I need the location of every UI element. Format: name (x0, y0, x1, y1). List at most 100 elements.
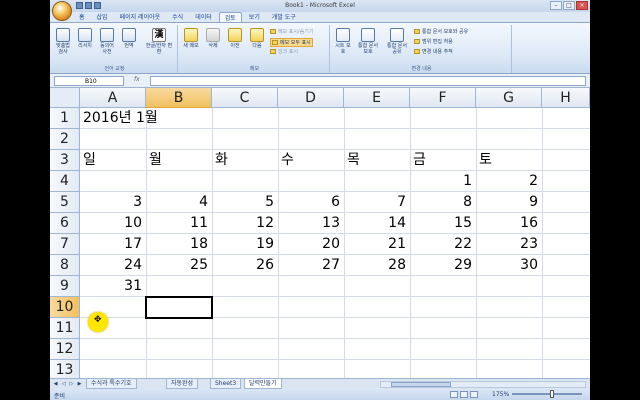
calendar-day-cell[interactable]: 30 (476, 255, 542, 276)
hangul-hanja-button[interactable]: 漢 한글/한자 변환 (144, 28, 174, 55)
active-cell-selection[interactable] (145, 296, 213, 319)
research-button[interactable]: 리서치 (76, 28, 94, 49)
protect-and-share-option[interactable]: 통합 문서 보호와 공유 (414, 28, 468, 35)
calendar-day-cell[interactable]: 13 (278, 213, 344, 234)
scroll-thumb[interactable] (391, 382, 451, 387)
last-sheet-icon[interactable]: ▶ (76, 380, 83, 388)
show-ink-option[interactable]: 잉크 표시 (270, 48, 298, 55)
office-button[interactable] (52, 1, 72, 21)
show-hide-comment-option[interactable]: 메모 표시/숨기기 (270, 28, 313, 35)
calendar-day-cell[interactable]: 15 (410, 213, 476, 234)
calendar-day-cell[interactable]: 27 (278, 255, 344, 276)
column-header-c[interactable]: C (212, 88, 278, 108)
zoom-slider[interactable] (512, 393, 582, 395)
name-box[interactable]: B10 (54, 76, 124, 86)
row-header-1[interactable]: 1 (50, 108, 80, 129)
cell-weekday-header[interactable]: 일 (80, 150, 146, 171)
cell-weekday-header[interactable]: 월 (146, 150, 212, 171)
column-header-h[interactable]: H (542, 88, 590, 108)
next-comment-button[interactable]: 다음 (248, 28, 266, 49)
column-header-e[interactable]: E (344, 88, 410, 108)
calendar-day-cell[interactable]: 8 (410, 192, 476, 213)
calendar-day-cell[interactable]: 3 (80, 192, 146, 213)
calendar-day-cell[interactable]: 9 (476, 192, 542, 213)
horizontal-scrollbar[interactable] (380, 381, 586, 388)
calendar-day-cell[interactable]: 31 (80, 276, 146, 297)
row-header-7[interactable]: 7 (50, 234, 80, 255)
formula-input[interactable] (150, 76, 586, 86)
row-header-9[interactable]: 9 (50, 276, 80, 297)
close-button[interactable]: × (576, 1, 588, 10)
sheet-tab-formulas-symbols[interactable]: 수식과 특수기호 (86, 379, 137, 389)
cell-weekday-header[interactable]: 금 (410, 150, 476, 171)
previous-comment-button[interactable]: 이전 (226, 28, 244, 49)
cell-weekday-header[interactable]: 토 (476, 150, 542, 171)
row-header-2[interactable]: 2 (50, 129, 80, 150)
column-header-d[interactable]: D (278, 88, 344, 108)
calendar-day-cell[interactable]: 17 (80, 234, 146, 255)
calendar-day-cell[interactable]: 24 (80, 255, 146, 276)
first-sheet-icon[interactable]: ◀ (52, 380, 59, 388)
select-all-corner[interactable] (50, 88, 80, 108)
calendar-day-cell[interactable]: 5 (212, 192, 278, 213)
row-header-3[interactable]: 3 (50, 150, 80, 171)
calendar-day-cell[interactable]: 22 (410, 234, 476, 255)
cell-weekday-header[interactable]: 목 (344, 150, 410, 171)
column-header-b[interactable]: B (146, 88, 212, 108)
allow-edit-ranges-option[interactable]: 범위 편집 허용 (414, 38, 453, 45)
worksheet-grid[interactable]: A B C D E F G H 1 2 3 4 5 6 7 8 9 10 11 … (50, 88, 590, 381)
page-layout-view-icon[interactable] (460, 391, 468, 398)
row-header-4[interactable]: 4 (50, 171, 80, 192)
next-sheet-icon[interactable]: ▷ (68, 380, 75, 388)
new-comment-button[interactable]: 새 메모 (182, 28, 200, 49)
delete-comment-button[interactable]: 삭제 (204, 28, 222, 49)
zoom-slider-knob[interactable] (550, 390, 554, 398)
cell-weekday-header[interactable]: 수 (278, 150, 344, 171)
minimize-button[interactable]: – (550, 1, 562, 10)
thesaurus-button[interactable]: 동의어 사전 (98, 28, 116, 55)
maximize-button[interactable]: □ (563, 1, 575, 10)
calendar-day-cell[interactable]: 29 (410, 255, 476, 276)
row-header-5[interactable]: 5 (50, 192, 80, 213)
calendar-day-cell[interactable]: 10 (80, 213, 146, 234)
row-header-12[interactable]: 12 (50, 339, 80, 360)
fx-icon[interactable]: fx (134, 76, 146, 86)
row-header-11[interactable]: 11 (50, 318, 80, 339)
calendar-day-cell[interactable]: 18 (146, 234, 212, 255)
calendar-day-cell[interactable]: 4 (146, 192, 212, 213)
calendar-day-cell[interactable]: 12 (212, 213, 278, 234)
calendar-day-cell[interactable]: 28 (344, 255, 410, 276)
sheet-tab-sheet3[interactable]: Sheet3 (210, 379, 242, 389)
calendar-day-cell[interactable]: 23 (476, 234, 542, 255)
sheet-tab-autocomplete[interactable]: 자동완성 (166, 379, 199, 389)
protect-workbook-button[interactable]: 통합 문서 보호 (356, 28, 380, 55)
row-header-6[interactable]: 6 (50, 213, 80, 234)
calendar-day-cell[interactable]: 21 (344, 234, 410, 255)
cell-weekday-header[interactable]: 화 (212, 150, 278, 171)
calendar-day-cell[interactable]: 7 (344, 192, 410, 213)
protect-sheet-button[interactable]: 시트 보호 (334, 28, 352, 55)
calendar-day-cell[interactable]: 25 (146, 255, 212, 276)
calendar-day-cell[interactable]: 19 (212, 234, 278, 255)
column-header-f[interactable]: F (410, 88, 476, 108)
column-header-g[interactable]: G (476, 88, 542, 108)
calendar-day-cell[interactable]: 20 (278, 234, 344, 255)
normal-view-icon[interactable] (450, 391, 458, 398)
column-header-a[interactable]: A (80, 88, 146, 108)
calendar-day-cell[interactable]: 1 (410, 171, 476, 192)
track-changes-option[interactable]: 변경 내용 추적 (414, 48, 453, 55)
share-workbook-button[interactable]: 통합 문서 공유 (384, 28, 410, 55)
show-all-comments-option[interactable]: 메모 모두 표시 (270, 38, 313, 47)
prev-sheet-icon[interactable]: ◁ (60, 380, 67, 388)
calendar-day-cell[interactable]: 2 (476, 171, 542, 192)
zoom-level[interactable]: 175% (492, 391, 509, 398)
calendar-day-cell[interactable]: 26 (212, 255, 278, 276)
row-header-8[interactable]: 8 (50, 255, 80, 276)
page-break-view-icon[interactable] (470, 391, 478, 398)
calendar-day-cell[interactable]: 16 (476, 213, 542, 234)
spellcheck-button[interactable]: 맞춤법 검사 (54, 28, 72, 55)
translate-button[interactable]: 번역 (120, 28, 138, 49)
calendar-day-cell[interactable]: 6 (278, 192, 344, 213)
sheet-tab-calendar[interactable]: 달력만들기 (244, 379, 282, 389)
calendar-day-cell[interactable]: 11 (146, 213, 212, 234)
